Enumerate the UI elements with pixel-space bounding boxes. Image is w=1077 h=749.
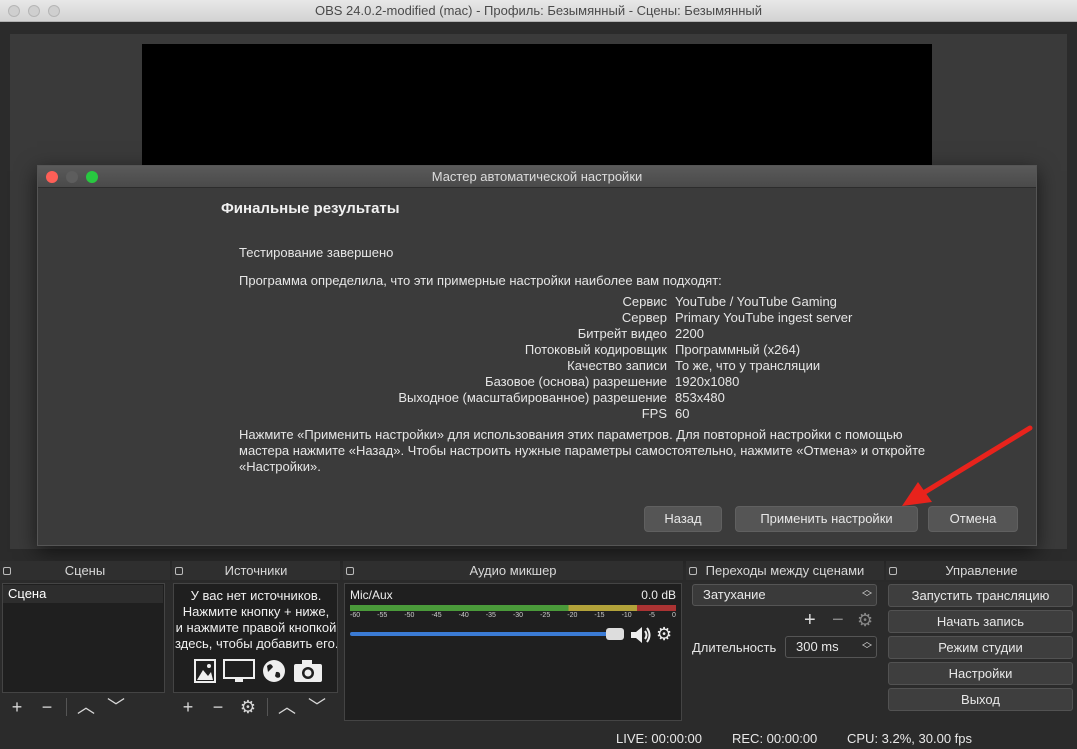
window-titlebar: OBS 24.0.2-modified (mac) - Профиль: Без… <box>0 0 1077 22</box>
remove-scene-icon[interactable]: − <box>32 695 62 719</box>
dialog-zoom-icon[interactable] <box>86 171 98 183</box>
back-button[interactable]: Назад <box>644 506 722 532</box>
toolbar-divider <box>267 698 268 716</box>
meter-scale: -60 -55 -50 -45 -40 -35 -30 -25 -20 -15 -10 -5 0 <box>350 612 676 619</box>
mixer-channel-db: 0.0 dB <box>641 588 676 602</box>
add-transition-icon[interactable]: + <box>804 609 816 632</box>
remove-source-icon[interactable]: − <box>203 695 233 719</box>
globe-icon <box>263 660 285 682</box>
camera-icon <box>294 660 322 682</box>
result-row: Сервер Primary YouTube ingest server <box>621 310 853 325</box>
start-recording-button[interactable]: Начать запись <box>888 610 1073 633</box>
move-down-icon[interactable]: ﹀ <box>101 695 131 719</box>
speaker-icon[interactable] <box>629 625 653 645</box>
cpu-status: CPU: 3.2%, 30.00 fps <box>847 731 973 746</box>
add-scene-icon[interactable]: + <box>2 695 32 719</box>
source-type-icons <box>193 656 323 686</box>
controls-dock-header: Управление <box>886 561 1077 580</box>
dock-float-icon[interactable] <box>689 567 697 575</box>
live-status: LIVE: 00:00:00 <box>616 731 703 746</box>
volume-slider[interactable] <box>350 632 622 636</box>
duration-stepper-icon[interactable]: ︿ ﹀ <box>862 638 872 656</box>
exit-button[interactable]: Выход <box>888 688 1073 711</box>
volume-slider-handle[interactable] <box>606 628 624 640</box>
volume-meter <box>350 605 676 611</box>
sources-dock-header: Источники <box>172 561 340 580</box>
dialog-titlebar: Мастер автоматической настройки <box>38 166 1036 188</box>
mixer-settings-gear-icon[interactable]: ⚙ <box>656 624 672 645</box>
mixer-panel <box>344 583 682 721</box>
settings-button[interactable]: Настройки <box>888 662 1073 685</box>
dock-float-icon[interactable] <box>346 567 354 575</box>
monitor-icon <box>223 659 255 682</box>
toolbar-divider <box>66 698 67 716</box>
result-row: Выходное (масштабированное) разрешение 85… <box>398 390 725 405</box>
move-up-icon[interactable]: ︿ <box>272 695 302 719</box>
result-row: Базовое (основа) разрешение 1920x1080 <box>485 374 740 389</box>
dialog-heading: Финальные результаты <box>221 200 400 217</box>
results-table: Сервис YouTube / YouTube Gaming Сервер Pri… <box>239 294 939 422</box>
dock-float-icon[interactable] <box>889 567 897 575</box>
scenes-toolbar: + − ︿ ﹀ <box>2 694 165 720</box>
studio-mode-button[interactable]: Режим студии <box>888 636 1073 659</box>
dialog-minimize-icon <box>66 171 78 183</box>
no-sources-message: У вас нет источников. Нажмите кнопку + н… <box>175 588 337 650</box>
source-properties-gear-icon[interactable]: ⚙ <box>233 695 263 719</box>
rec-status: REC: 00:00:00 <box>732 731 818 746</box>
window-title: OBS 24.0.2-modified (mac) - Профиль: Без… <box>314 3 763 18</box>
test-status: Тестирование завершено <box>239 245 394 260</box>
transition-properties-gear-icon[interactable]: ⚙ <box>857 610 873 631</box>
move-up-icon[interactable]: ︿ <box>71 695 101 719</box>
red-arrow-annotation <box>902 425 1033 506</box>
mixer-dock-header: Аудио микшер <box>343 561 683 580</box>
preview-canvas[interactable] <box>142 44 932 166</box>
results-intro: Программа определила, что эти примерные … <box>239 273 722 288</box>
start-streaming-button[interactable]: Запустить трансляцию <box>888 584 1073 607</box>
add-source-icon[interactable]: + <box>173 695 203 719</box>
select-arrows-icon: ︿ ﹀ <box>862 585 872 604</box>
auto-config-dialog: Мастер автоматической настройки Финальны… <box>37 165 1037 546</box>
dock-float-icon[interactable] <box>175 567 183 575</box>
dock-float-icon[interactable] <box>3 567 11 575</box>
mixer-channel-name: Mic/Aux <box>350 588 393 602</box>
minimize-window-icon[interactable] <box>28 5 40 17</box>
close-window-icon[interactable] <box>8 5 20 17</box>
result-row: Качество записи То же, что у трансляции <box>567 358 821 373</box>
zoom-window-icon[interactable] <box>48 5 60 17</box>
dialog-title: Мастер автоматической настройки <box>431 169 643 184</box>
transitions-dock-header: Переходы между сценами <box>686 561 884 580</box>
transition-select[interactable]: Затухание <box>692 584 877 606</box>
status-bar: LIVE: 00:00:00 REC: 00:00:00 CPU: 3.2%, … <box>0 726 1077 749</box>
scenes-dock-header: Сцены <box>0 561 170 580</box>
results-note: Нажмите «Применить настройки» для исполь… <box>239 427 926 474</box>
result-row: FPS 60 <box>641 406 690 421</box>
image-icon <box>194 659 216 683</box>
scene-item[interactable]: Сцена <box>3 585 163 603</box>
move-down-icon[interactable]: ﹀ <box>302 695 332 719</box>
sources-toolbar: + − ⚙ ︿ ﹀ <box>173 694 338 720</box>
result-row: Сервис YouTube / YouTube Gaming <box>622 294 837 309</box>
result-row: Потоковый кодировщик Программный (x264) <box>524 342 801 357</box>
result-row: Битрейт видео 2200 <box>577 326 704 341</box>
remove-transition-icon[interactable]: − <box>832 609 844 632</box>
dialog-close-icon[interactable] <box>46 171 58 183</box>
duration-label: Длительность <box>692 640 777 655</box>
